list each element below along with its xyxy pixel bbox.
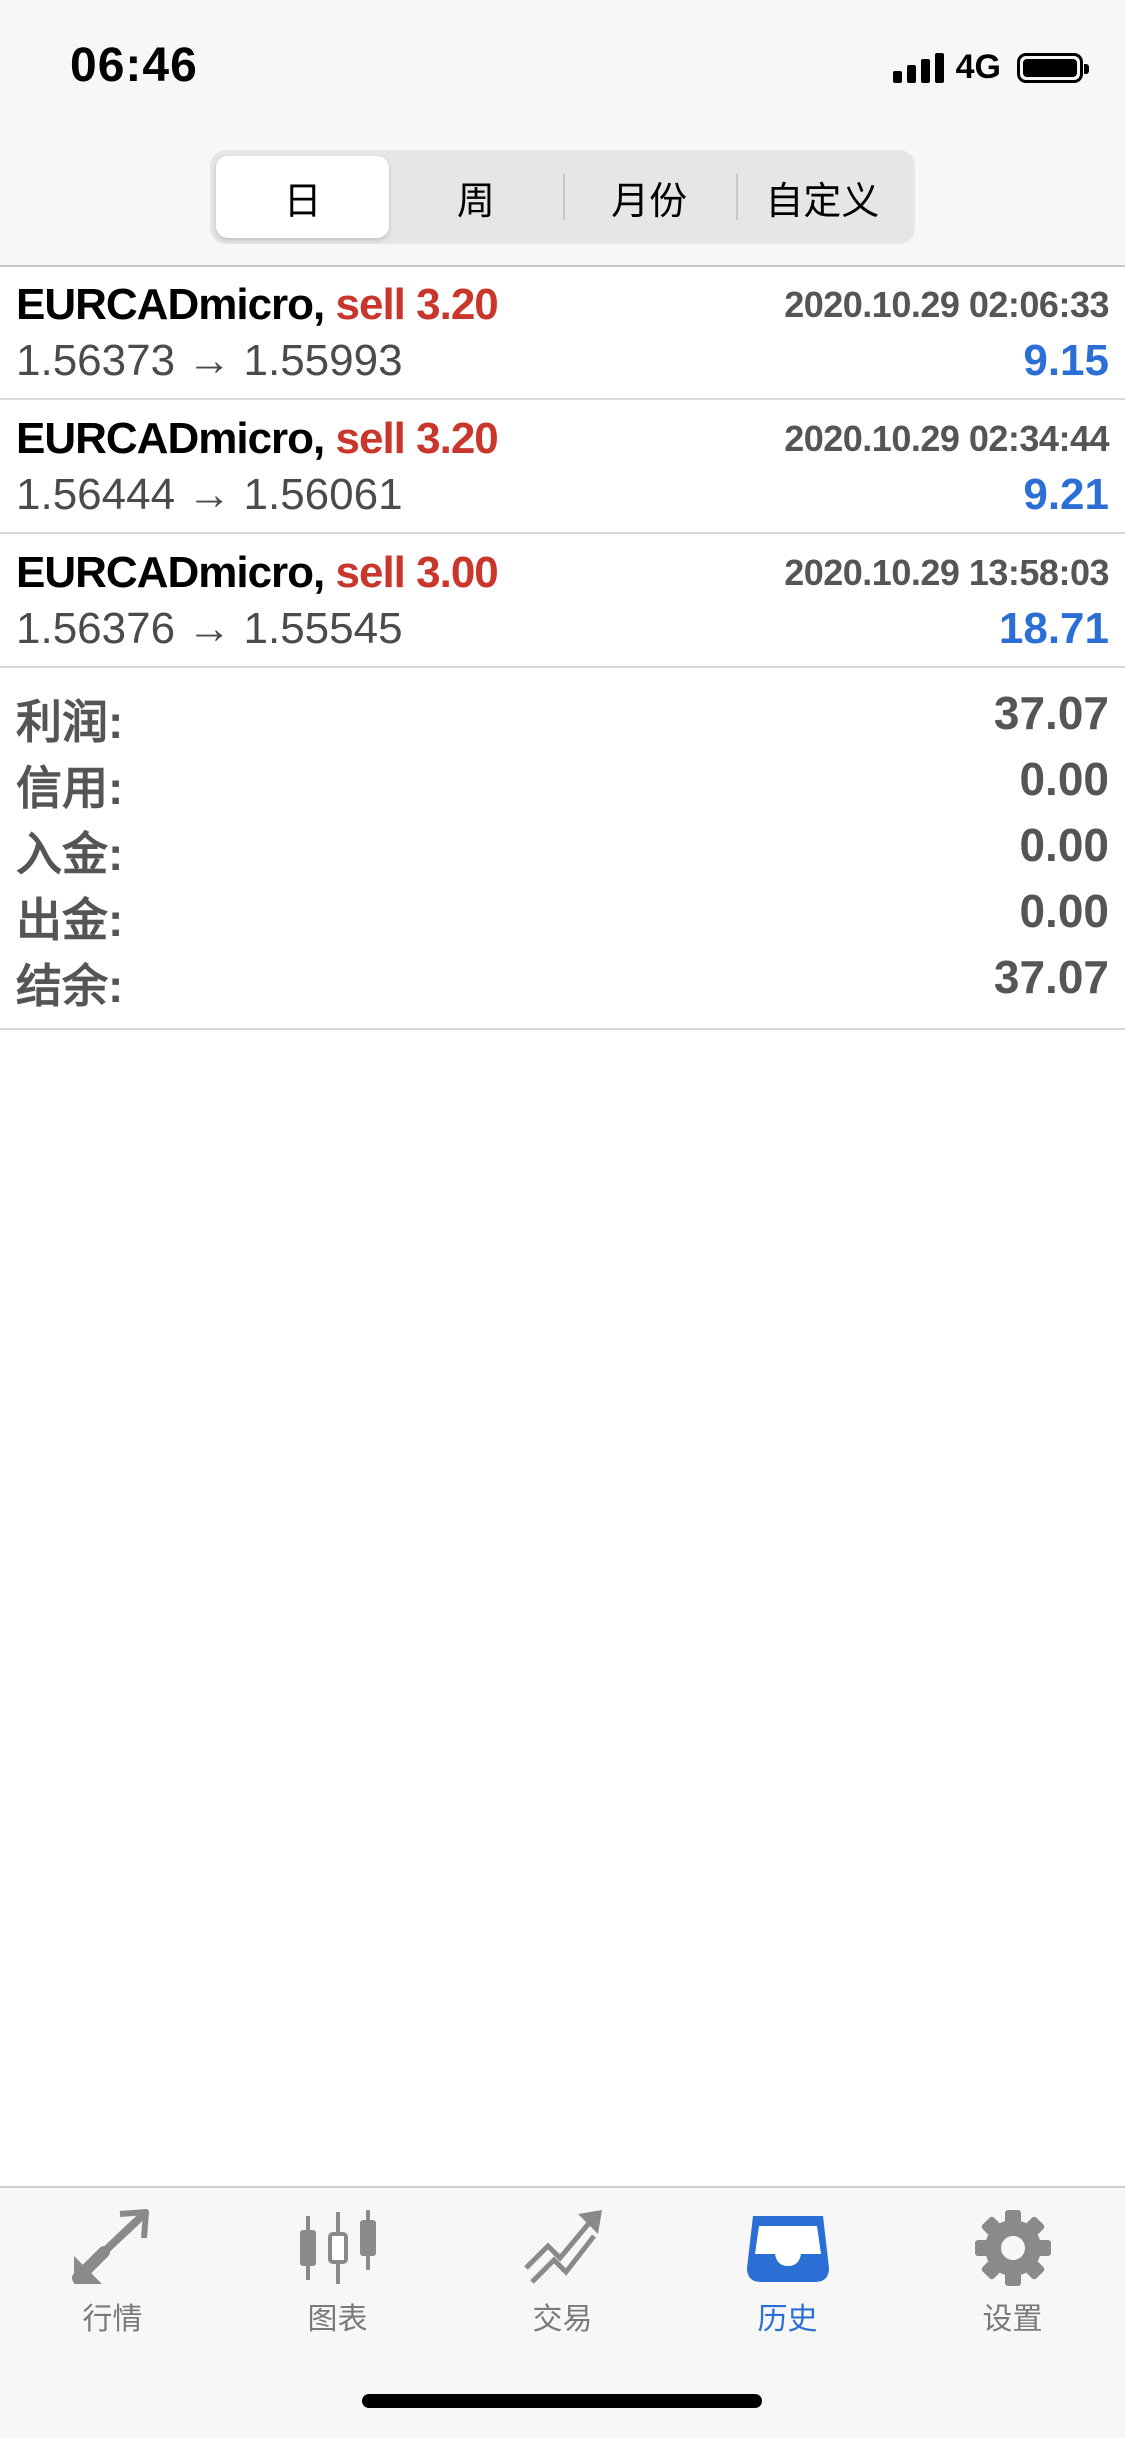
trade-row[interactable]: EURCADmicro, sell 3.00 2020.10.29 13:58:… (0, 534, 1125, 668)
network-type: 4G (955, 48, 1001, 86)
summary-label: 信用: (16, 762, 124, 814)
segment-day[interactable]: 日 (216, 156, 390, 238)
trade-row[interactable]: EURCADmicro, sell 3.20 2020.10.29 02:34:… (0, 400, 1125, 534)
tab-trade[interactable]: 交易 (450, 2208, 675, 2358)
battery-icon (1017, 52, 1089, 83)
trade-trend-icon (523, 2210, 602, 2284)
status-indicators: 4G (892, 48, 1089, 87)
tab-label: 图表 (307, 2303, 368, 2336)
segment-custom[interactable]: 自定义 (735, 156, 909, 238)
trade-prices: 1.56376 → 1.55545 (16, 604, 403, 653)
tab-history[interactable]: 历史 (675, 2208, 900, 2358)
summary-value: 0.00 (1019, 819, 1109, 871)
summary-label: 入金: (16, 828, 124, 880)
segment-month[interactable]: 月份 (562, 156, 736, 238)
tab-settings[interactable]: 设置 (900, 2208, 1125, 2358)
tab-label: 设置 (982, 2303, 1043, 2336)
trade-row[interactable]: EURCADmicro, sell 3.20 2020.10.29 02:06:… (0, 266, 1125, 400)
trade-action: sell 3.00 (335, 548, 499, 597)
trade-datetime: 2020.10.29 02:34:44 (784, 418, 1109, 459)
trade-symbol: EURCADmicro, sell 3.20 (16, 280, 499, 329)
summary-row-withdrawal: 出金: 0.00 (0, 878, 1125, 946)
trade-profit: 18.71 (998, 604, 1109, 653)
tab-label: 交易 (532, 2303, 593, 2336)
trade-prices: 1.56373 → 1.55993 (16, 336, 403, 385)
segment-week[interactable]: 周 (389, 156, 562, 238)
account-summary: 利润: 37.07 信用: 0.00 入金: 0.00 出金: 0.00 结余:… (0, 670, 1125, 1030)
summary-value: 37.07 (993, 951, 1109, 1003)
status-time: 06:46 (70, 39, 198, 92)
trade-profit: 9.15 (1023, 336, 1109, 385)
summary-label: 利润: (16, 696, 124, 748)
summary-row-profit: 利润: 37.07 (0, 680, 1125, 748)
tab-label: 行情 (82, 2303, 143, 2336)
period-segmented-control: 日 周 月份 自定义 (210, 150, 915, 244)
trade-action: sell 3.20 (335, 414, 499, 463)
trade-symbol: EURCADmicro, sell 3.20 (16, 414, 499, 463)
trade-datetime: 2020.10.29 02:06:33 (784, 284, 1109, 325)
gear-icon (974, 2210, 1051, 2286)
header: 06:46 4G 日 周 月份 自定义 (0, 0, 1125, 267)
summary-row-credit: 信用: 0.00 (0, 746, 1125, 814)
summary-value: 0.00 (1019, 885, 1109, 937)
trade-action: sell 3.20 (335, 280, 499, 329)
home-indicator (362, 2394, 762, 2408)
summary-value: 37.07 (993, 687, 1109, 739)
summary-value: 0.00 (1019, 753, 1109, 805)
summary-label: 结余: (16, 960, 124, 1012)
summary-row-balance: 结余: 37.07 (0, 944, 1125, 1012)
trade-datetime: 2020.10.29 13:58:03 (784, 552, 1109, 593)
trade-symbol: EURCADmicro, sell 3.00 (16, 548, 499, 597)
trade-profit: 9.21 (1023, 470, 1109, 519)
cellular-signal-icon (892, 52, 944, 83)
summary-label: 出金: (16, 894, 124, 946)
summary-row-deposit: 入金: 0.00 (0, 812, 1125, 880)
history-inbox-icon (746, 2216, 829, 2282)
quotes-arrows-icon (71, 2209, 149, 2284)
tab-label: 历史 (757, 2303, 818, 2336)
candlestick-chart-icon (299, 2210, 376, 2284)
trade-prices: 1.56444 → 1.56061 (16, 470, 403, 519)
tab-quotes[interactable]: 行情 (0, 2208, 225, 2358)
tab-charts[interactable]: 图表 (225, 2208, 450, 2358)
